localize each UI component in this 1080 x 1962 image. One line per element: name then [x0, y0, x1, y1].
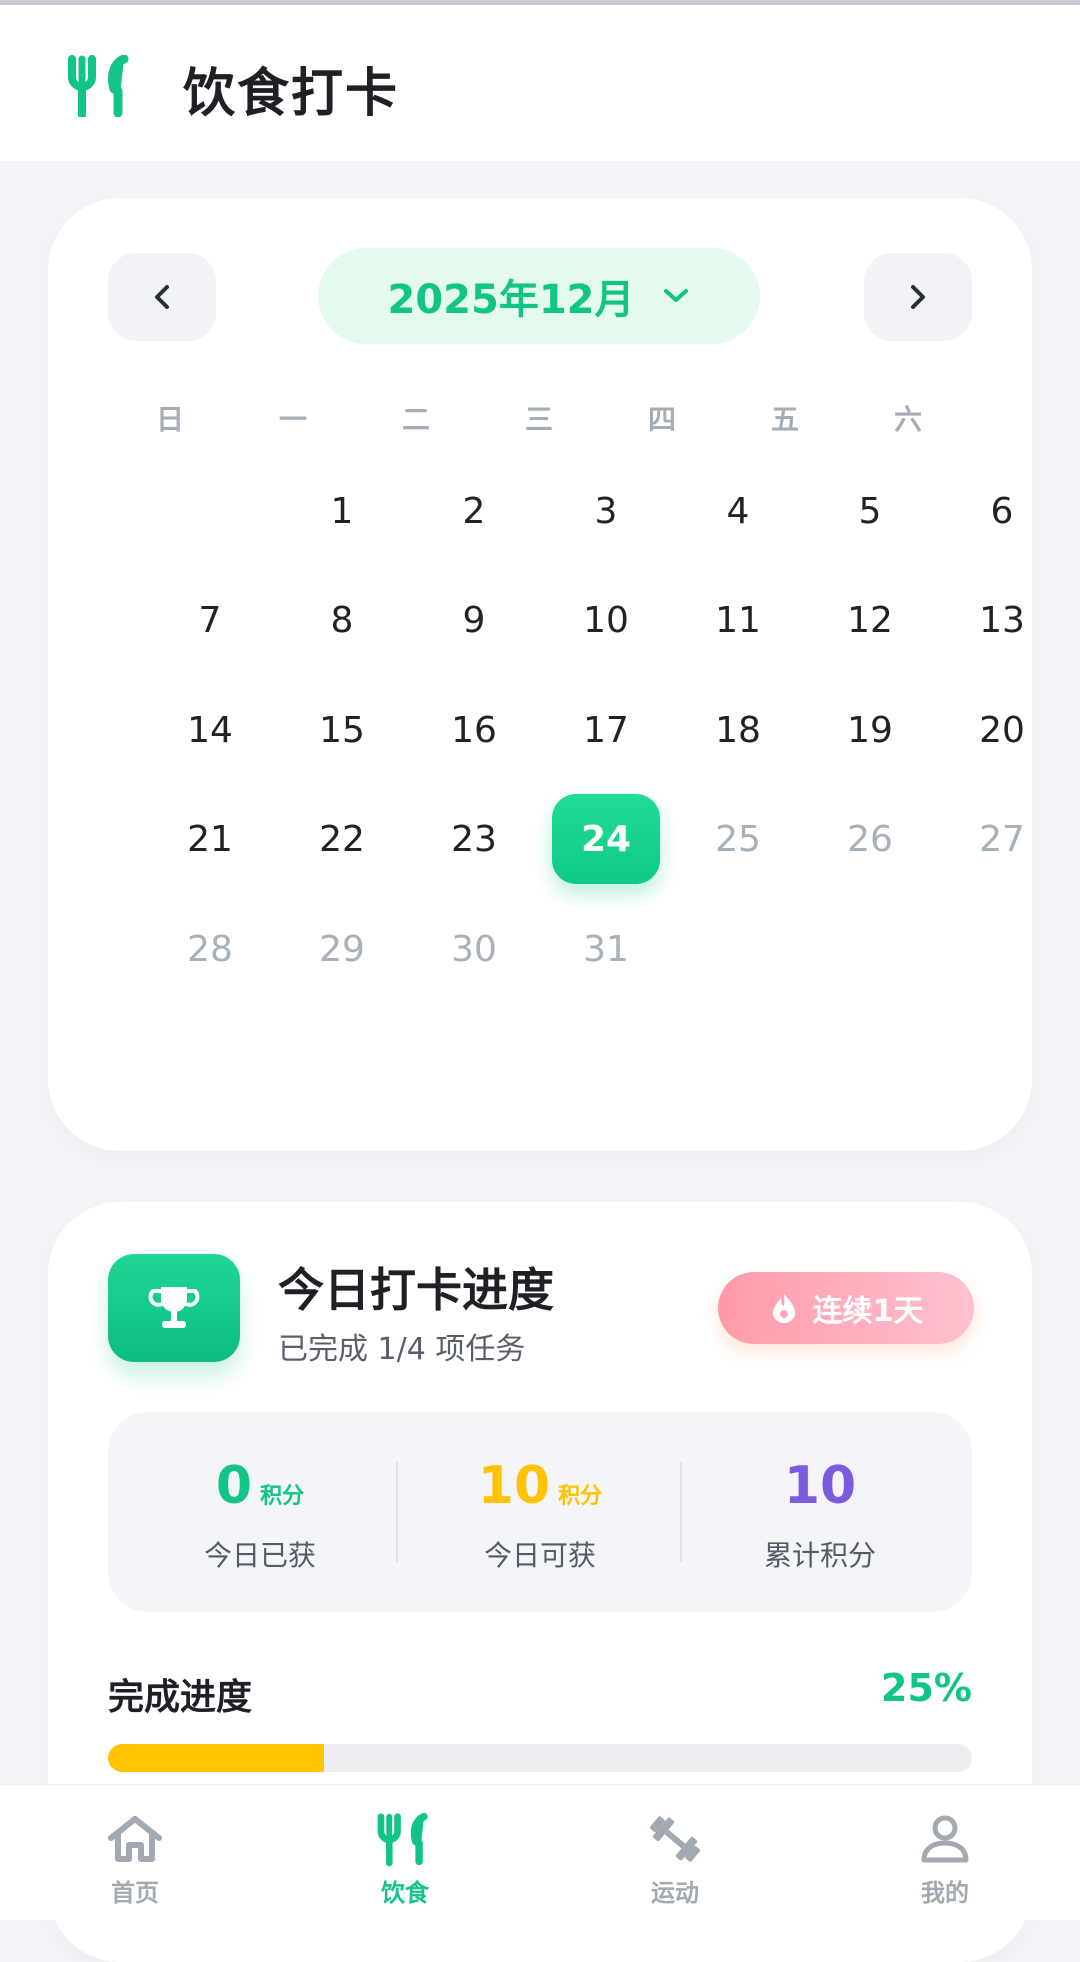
divider [396, 1462, 398, 1562]
tab-label: 我的 [921, 1879, 969, 1907]
calendar-day[interactable]: 21 [156, 794, 264, 884]
bottom-tab-bar: 首页 饮食 运动 我的 [0, 1784, 1080, 1920]
app-header: 饮食打卡 [0, 5, 1080, 161]
fork-knife-icon [377, 1812, 428, 1867]
stat-unit: 积分 [260, 1484, 305, 1509]
calendar-day[interactable]: 4 [684, 466, 792, 556]
stat-label: 今日已获 [203, 1539, 316, 1572]
stat-label: 累计积分 [763, 1539, 876, 1572]
calendar-day[interactable]: 19 [816, 685, 924, 775]
day-grid: 1 2 3 4 5 6 7 8 9 10 11 12 13 14 15 16 17 18 19 20 21 22 23 24 2… [48, 198, 1032, 1151]
completion-bar-fill [108, 1744, 324, 1772]
fork-knife-icon [68, 55, 129, 117]
stat-value: 10 [783, 1456, 857, 1516]
calendar-day[interactable]: 16 [420, 685, 528, 775]
progress-title: 今日打卡进度 [278, 1263, 554, 1317]
completion-percent: 25% [881, 1666, 972, 1710]
calendar-day[interactable]: 17 [552, 685, 660, 775]
trophy-badge [108, 1254, 240, 1362]
progress-subtitle: 已完成 1/4 项任务 [278, 1332, 526, 1367]
calendar-day[interactable]: 11 [684, 575, 792, 665]
streak-label: 连续1天 [812, 1294, 924, 1329]
tab-exercise[interactable]: 运动 [605, 1809, 745, 1908]
tab-label: 运动 [651, 1879, 699, 1907]
calendar-day[interactable]: 7 [156, 575, 264, 665]
calendar-day[interactable]: 8 [288, 575, 396, 665]
calendar-day[interactable]: 1 [288, 466, 396, 556]
stat-today-available: 10 积分 今日可获 [400, 1456, 680, 1574]
calendar-day[interactable]: 15 [288, 685, 396, 775]
calendar-day[interactable]: 29 [288, 904, 396, 994]
dumbbell-icon [649, 1816, 701, 1862]
calendar-day[interactable]: 26 [816, 794, 924, 884]
calendar-day[interactable]: 31 [552, 904, 660, 994]
user-icon [921, 1815, 969, 1863]
calendar-day[interactable]: 28 [156, 904, 264, 994]
completion-label: 完成进度 [108, 1677, 253, 1718]
calendar-day-selected[interactable]: 24 [552, 794, 660, 884]
stat-label: 今日可获 [483, 1539, 596, 1572]
calendar-day[interactable]: 5 [816, 466, 924, 556]
calendar-day[interactable]: 9 [420, 575, 528, 665]
tab-home[interactable]: 首页 [65, 1809, 205, 1908]
points-summary: 0 积分 今日已获 10 积分 今日可获 10 累计积分 [108, 1412, 972, 1612]
stat-total: 10 累计积分 [680, 1456, 960, 1574]
trophy-icon [148, 1287, 200, 1328]
page-title: 饮食打卡 [183, 64, 400, 124]
calendar-card: 2025年12月 日一二三四五六 1 2 3 4 5 6 7 8 9 10 11 12 13 14 15 16… [48, 198, 1032, 1151]
calendar-day[interactable]: 2 [420, 466, 528, 556]
calendar-day[interactable]: 18 [684, 685, 792, 775]
tab-label: 饮食 [381, 1879, 429, 1907]
stat-today-earned: 0 积分 今日已获 [120, 1456, 400, 1574]
home-icon [108, 1816, 162, 1862]
stat-unit: 积分 [558, 1484, 603, 1509]
tab-label: 首页 [111, 1879, 159, 1907]
calendar-day[interactable]: 27 [948, 794, 1056, 884]
calendar-day[interactable]: 12 [816, 575, 924, 665]
calendar-day[interactable]: 25 [684, 794, 792, 884]
tab-profile[interactable]: 我的 [875, 1809, 1015, 1908]
stat-value: 0 [215, 1456, 253, 1516]
calendar-day[interactable]: 23 [420, 794, 528, 884]
calendar-day[interactable]: 14 [156, 685, 264, 775]
calendar-day[interactable]: 10 [552, 575, 660, 665]
flame-icon [772, 1294, 795, 1323]
calendar-day[interactable]: 13 [948, 575, 1056, 665]
stat-value: 10 [477, 1456, 551, 1516]
streak-badge: 连续1天 [718, 1272, 974, 1344]
calendar-day[interactable]: 30 [420, 904, 528, 994]
calendar-day[interactable]: 6 [948, 466, 1056, 556]
calendar-day[interactable]: 20 [948, 685, 1056, 775]
completion-bar [108, 1744, 972, 1772]
calendar-day[interactable]: 22 [288, 794, 396, 884]
calendar-day[interactable]: 3 [552, 466, 660, 556]
tab-diet[interactable]: 饮食 [335, 1809, 475, 1908]
